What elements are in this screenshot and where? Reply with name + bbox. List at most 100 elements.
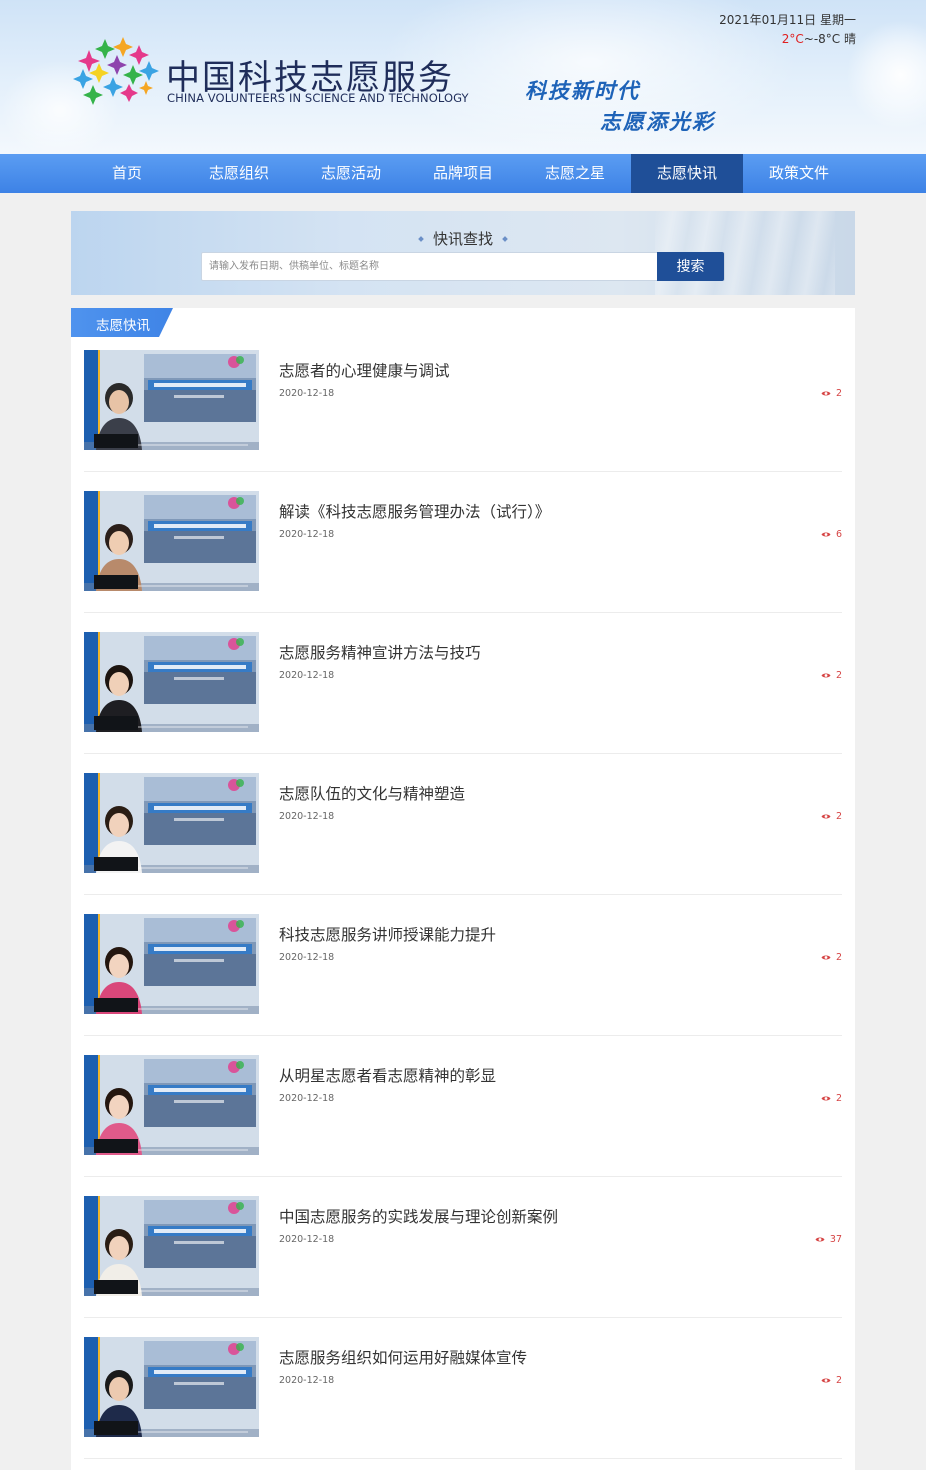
thumbnail-image <box>84 914 259 1014</box>
news-list: 志愿者的心理健康与调试 2020-12-18 2 解读《科技志愿服务管理办法（试… <box>84 350 842 1470</box>
search-box: 搜索 <box>201 252 725 281</box>
logo-title-en: CHINA VOLUNTEERS IN SCIENCE AND TECHNOLO… <box>167 91 469 105</box>
search-button[interactable]: 搜索 <box>657 252 724 281</box>
view-count-number: 37 <box>829 1234 842 1245</box>
nav-item-activities[interactable]: 志愿活动 <box>295 154 407 193</box>
news-title[interactable]: 志愿队伍的文化与精神塑造 <box>279 782 465 804</box>
temp-separator: ~ <box>803 32 814 46</box>
nav-item-policies[interactable]: 政策文件 <box>743 154 855 193</box>
search-title-text: 快讯查找 <box>432 230 493 248</box>
slogan-line-2: 志愿添光彩 <box>600 110 715 134</box>
thumbnail-image <box>84 1196 259 1296</box>
weather-condition: 晴 <box>843 32 856 46</box>
list-item[interactable]: 中国志愿服务的实践发展与理论创新案例 2020-12-18 37 <box>84 1196 842 1337</box>
video-thumbnail[interactable] <box>84 1196 259 1296</box>
thumbnail-image <box>84 773 259 873</box>
diamond-icon <box>418 236 424 242</box>
nav-item-organizations[interactable]: 志愿组织 <box>183 154 295 193</box>
view-count: 2 <box>821 1093 842 1104</box>
weather-display: 2°C~-8°C 晴 <box>782 30 856 47</box>
date-display: 2021年01月11日 星期一 <box>719 13 856 27</box>
eye-icon <box>821 1378 831 1383</box>
view-count: 2 <box>821 1375 842 1386</box>
eye-icon <box>821 532 831 537</box>
thumbnail-image <box>84 350 259 450</box>
dandelion-decoration <box>846 20 926 130</box>
news-date: 2020-12-18 <box>279 388 335 399</box>
news-date: 2020-12-18 <box>279 1234 335 1245</box>
news-title[interactable]: 从明星志愿者看志愿精神的彰显 <box>279 1064 496 1086</box>
news-title[interactable]: 解读《科技志愿服务管理办法（试行）》 <box>279 500 550 522</box>
view-count-number: 2 <box>835 811 842 822</box>
video-thumbnail[interactable] <box>84 773 259 873</box>
view-count-number: 2 <box>835 388 842 399</box>
list-item[interactable]: 解读《科技志愿服务管理办法（试行）》 2020-12-18 6 <box>84 491 842 632</box>
section-tab: 志愿快讯 <box>71 308 173 337</box>
news-date: 2020-12-18 <box>279 529 335 540</box>
eye-icon <box>821 673 831 678</box>
temp-low: -8°C <box>813 32 841 46</box>
nav-item-brand-projects[interactable]: 品牌项目 <box>407 154 519 193</box>
eye-icon <box>821 1096 831 1101</box>
divider <box>84 894 842 895</box>
list-item[interactable]: 从明星志愿者看志愿精神的彰显 2020-12-18 2 <box>84 1055 842 1196</box>
view-count: 2 <box>821 811 842 822</box>
news-title[interactable]: 中国志愿服务的实践发展与理论创新案例 <box>279 1205 558 1227</box>
view-count-number: 6 <box>835 529 842 540</box>
divider <box>84 612 842 613</box>
news-date: 2020-12-18 <box>279 811 335 822</box>
nav-item-news[interactable]: 志愿快讯 <box>631 154 743 193</box>
divider <box>84 1176 842 1177</box>
view-count: 2 <box>821 388 842 399</box>
video-thumbnail[interactable] <box>84 1055 259 1155</box>
eye-icon <box>821 814 831 819</box>
news-date: 2020-12-18 <box>279 670 335 681</box>
news-panel: 志愿快讯 志愿者的心理健康与调试 2020-12-18 2 解读《科技志愿服务管… <box>71 308 855 1470</box>
divider <box>84 1317 842 1318</box>
news-date: 2020-12-18 <box>279 1375 335 1386</box>
video-thumbnail[interactable] <box>84 491 259 591</box>
news-date: 2020-12-18 <box>279 1093 335 1104</box>
list-item[interactable]: 志愿者的心理健康与调试 2020-12-18 2 <box>84 350 842 491</box>
divider <box>84 753 842 754</box>
view-count-number: 2 <box>835 952 842 963</box>
list-item[interactable]: 志愿服务精神宣讲方法与技巧 2020-12-18 2 <box>84 632 842 773</box>
logo-icon[interactable] <box>72 36 160 106</box>
news-title[interactable]: 科技志愿服务讲师授课能力提升 <box>279 923 496 945</box>
search-banner: 快讯查找 搜索 <box>71 211 855 295</box>
diamond-icon <box>502 236 508 242</box>
view-count-number: 2 <box>835 670 842 681</box>
view-count: 6 <box>821 529 842 540</box>
view-count: 37 <box>815 1234 842 1245</box>
slogan-line-1: 科技新时代 <box>525 79 640 103</box>
nav-item-volunteer-stars[interactable]: 志愿之星 <box>519 154 631 193</box>
thumbnail-image <box>84 491 259 591</box>
search-input[interactable] <box>202 253 658 280</box>
news-date: 2020-12-18 <box>279 952 335 963</box>
nav-item-home[interactable]: 首页 <box>71 154 183 193</box>
thumbnail-image <box>84 1337 259 1437</box>
eye-icon <box>821 391 831 396</box>
site-header: 中国科技志愿服务 CHINA VOLUNTEERS IN SCIENCE AND… <box>0 0 926 154</box>
divider <box>84 471 842 472</box>
divider <box>84 1035 842 1036</box>
thumbnail-image <box>84 1055 259 1155</box>
main-nav: 首页 志愿组织 志愿活动 品牌项目 志愿之星 志愿快讯 政策文件 <box>0 154 926 193</box>
news-title[interactable]: 志愿服务组织如何运用好融媒体宣传 <box>279 1346 527 1368</box>
eye-icon <box>821 955 831 960</box>
list-item[interactable]: 志愿服务组织如何运用好融媒体宣传 2020-12-18 2 <box>84 1337 842 1470</box>
list-item[interactable]: 志愿队伍的文化与精神塑造 2020-12-18 2 <box>84 773 842 914</box>
video-thumbnail[interactable] <box>84 1337 259 1437</box>
temp-high: 2°C <box>781 32 804 46</box>
list-item[interactable]: 科技志愿服务讲师授课能力提升 2020-12-18 2 <box>84 914 842 1055</box>
video-thumbnail[interactable] <box>84 632 259 732</box>
view-count-number: 2 <box>835 1375 842 1386</box>
news-title[interactable]: 志愿者的心理健康与调试 <box>279 359 450 381</box>
thumbnail-image <box>84 632 259 732</box>
video-thumbnail[interactable] <box>84 350 259 450</box>
eye-icon <box>815 1237 825 1242</box>
section-tab-label: 志愿快讯 <box>96 318 150 334</box>
video-thumbnail[interactable] <box>84 914 259 1014</box>
divider <box>84 1458 842 1459</box>
news-title[interactable]: 志愿服务精神宣讲方法与技巧 <box>279 641 481 663</box>
